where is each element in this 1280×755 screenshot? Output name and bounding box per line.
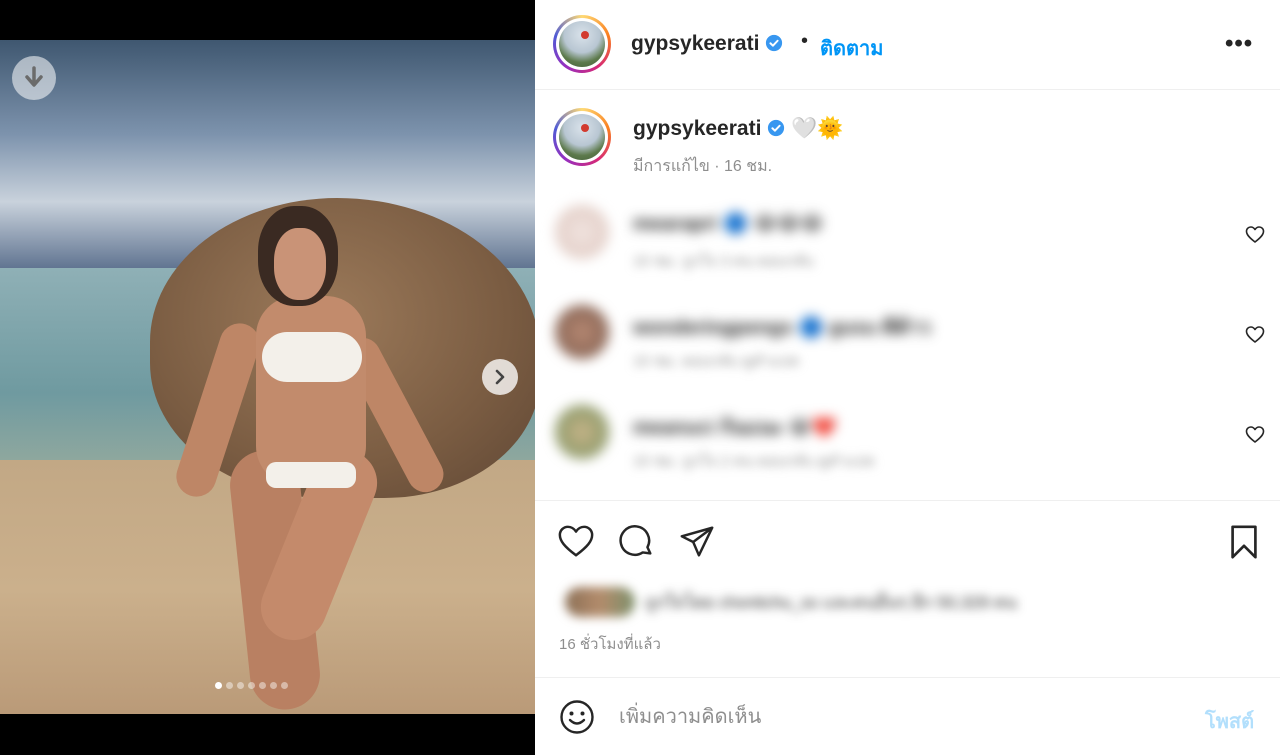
comment-text: wonderingpengs 🔵 gusu ดีต้าว	[633, 317, 931, 339]
post-photo[interactable]	[0, 40, 535, 714]
comment-avatar[interactable]	[555, 405, 609, 459]
photo-figure	[171, 200, 496, 714]
bookmark-icon[interactable]	[1225, 523, 1263, 561]
download-button[interactable]	[12, 56, 56, 100]
comment-row: wonderingpengs 🔵 gusu ดีต้าว 15 ชม. ตอบกล…	[555, 305, 1265, 375]
likes-summary[interactable]: ถูกใจโดย chontichu_ss และคนอื่นๆ อีก 50,…	[565, 584, 1105, 620]
likes-text: ถูกใจโดย chontichu_ss และคนอื่นๆ อีก 50,…	[645, 592, 1017, 612]
avatar[interactable]	[553, 15, 611, 73]
post-media-area	[0, 0, 535, 755]
heart-icon[interactable]	[557, 523, 595, 561]
add-comment-bar: โพสต์	[535, 677, 1280, 755]
post-comment-button[interactable]: โพสต์	[1205, 705, 1254, 737]
carousel-indicator	[215, 682, 288, 689]
carousel-dot	[237, 682, 244, 689]
header-username[interactable]: gypsykeerati	[631, 32, 759, 55]
comment-text: mearapri 🔵 😂😂😂	[633, 213, 824, 235]
carousel-dot	[259, 682, 266, 689]
comment-meta: 15 ชม. ถูกใจ 2 คน ตอบกลับ ดูคำแปล	[633, 453, 875, 470]
carousel-dot	[281, 682, 288, 689]
verified-icon	[766, 34, 783, 52]
comment-row: mearapri 🔵 😂😂😂 15 ชม. ถูกใจ 3 คน ตอบกลับ	[555, 205, 1265, 275]
comment-meta: 15 ชม. ตอบกลับ ดูคำแปล	[633, 353, 800, 370]
comment-icon[interactable]	[618, 523, 656, 561]
carousel-dot	[270, 682, 277, 689]
comment-input[interactable]	[619, 702, 1179, 732]
emoji-icon[interactable]	[559, 699, 595, 735]
heart-icon[interactable]	[1245, 425, 1265, 445]
comment-meta: 15 ชม. ถูกใจ 3 คน ตอบกลับ	[633, 253, 814, 270]
post-header: gypsykeerati • ติดตาม •••	[535, 0, 1280, 90]
carousel-dot	[226, 682, 233, 689]
caption-meta: มีการแก้ไข · 16 ชม.	[633, 158, 773, 175]
carousel-dot	[248, 682, 255, 689]
action-bar	[535, 500, 1280, 580]
header-username-row[interactable]: gypsykeerati	[631, 32, 783, 56]
more-icon: •••	[1225, 30, 1254, 57]
likers-avatars	[565, 587, 635, 617]
heart-icon[interactable]	[1245, 325, 1265, 345]
separator-dot: •	[801, 30, 809, 52]
comment-avatar[interactable]	[555, 205, 609, 259]
follow-button[interactable]: ติดตาม	[820, 32, 883, 64]
carousel-dot	[215, 682, 222, 689]
download-icon	[25, 66, 43, 87]
caption-avatar[interactable]	[553, 108, 611, 166]
comment-text: meanuci ก้นแนะ 😂❤️	[633, 417, 837, 439]
caption-row: gypsykeerati 🤍🌞	[633, 117, 843, 141]
heart-icon[interactable]	[1245, 225, 1265, 245]
chevron-right-icon	[495, 369, 505, 385]
caption-username[interactable]: gypsykeerati	[633, 117, 761, 140]
instagram-post-modal: gypsykeerati • ติดตาม ••• gypsykeerati 🤍…	[0, 0, 1280, 755]
caption-text: 🤍🌞	[791, 117, 844, 140]
comment-avatar[interactable]	[555, 305, 609, 359]
post-side-panel: gypsykeerati • ติดตาม ••• gypsykeerati 🤍…	[535, 0, 1280, 755]
more-options-button[interactable]: •••	[1225, 30, 1253, 58]
verified-icon	[768, 119, 785, 137]
carousel-next-button[interactable]	[482, 359, 518, 395]
post-timestamp: 16 ชั่วโมงที่แล้ว	[559, 636, 661, 653]
comment-row: meanuci ก้นแนะ 😂❤️ 15 ชม. ถูกใจ 2 คน ตอบก…	[555, 405, 1265, 475]
share-icon[interactable]	[678, 523, 716, 561]
